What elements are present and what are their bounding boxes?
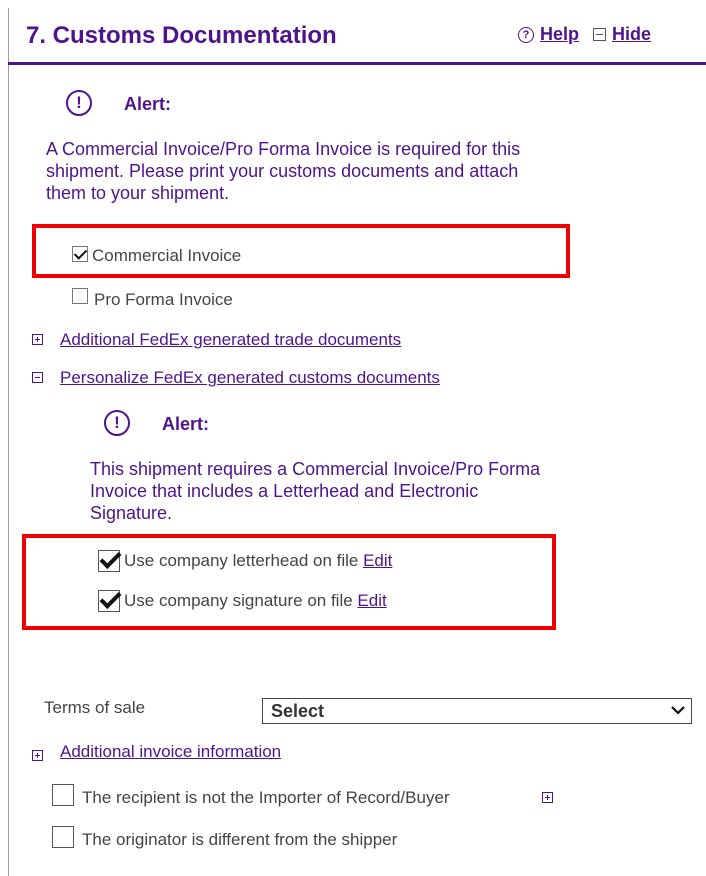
signature-label: Use company signature on file: [124, 591, 353, 610]
header-divider: [8, 62, 706, 65]
alert-icon: !: [104, 410, 130, 436]
chevron-down-icon: [671, 706, 685, 715]
originator-different-label: The originator is different from the shi…: [82, 830, 398, 849]
terms-of-sale-label: Terms of sale: [44, 698, 146, 717]
collapse-minus-icon[interactable]: [32, 372, 43, 383]
header-links: ? Help Hide: [518, 24, 651, 45]
letterhead-option: Use company letterhead on file Edit: [124, 551, 392, 571]
commercial-invoice-checkbox[interactable]: [72, 246, 88, 262]
pro-forma-invoice-label: Pro Forma Invoice: [94, 290, 233, 309]
alert-message: This shipment requires a Commercial Invo…: [90, 459, 541, 523]
letterhead-checkbox[interactable]: [98, 550, 120, 572]
help-icon[interactable]: ?: [518, 26, 534, 43]
originator-different-checkbox[interactable]: [52, 826, 74, 848]
section-title: 7. Customs Documentation: [26, 22, 337, 49]
signature-checkbox[interactable]: [98, 590, 120, 612]
additional-invoice-information-link[interactable]: Additional invoice information: [60, 742, 281, 762]
highlight-box-personalize: [22, 534, 556, 630]
alert-message: A Commercial Invoice/Pro Forma Invoice i…: [46, 139, 521, 203]
expand-plus-icon[interactable]: [542, 792, 553, 803]
alert-icon: !: [66, 90, 92, 116]
help-link[interactable]: Help: [540, 24, 579, 45]
terms-of-sale-select[interactable]: Select: [262, 698, 692, 724]
not-importer-option: The recipient is not the Importer of Rec…: [82, 788, 450, 808]
not-importer-checkbox[interactable]: [52, 784, 74, 806]
terms-of-sale-value: Select: [271, 701, 325, 721]
pro-forma-invoice-checkbox[interactable]: [72, 288, 88, 304]
commercial-invoice-label: Commercial Invoice: [92, 246, 242, 265]
signature-option: Use company signature on file Edit: [124, 591, 387, 611]
expand-plus-icon[interactable]: [32, 750, 43, 761]
personalize-documents-link[interactable]: Personalize FedEx generated customs docu…: [60, 368, 440, 388]
hide-link[interactable]: Hide: [612, 24, 651, 45]
signature-edit-link[interactable]: Edit: [357, 591, 386, 610]
collapse-icon[interactable]: [593, 28, 607, 41]
alert-title: Alert:: [124, 94, 172, 114]
not-importer-label: The recipient is not the Importer of Rec…: [82, 788, 450, 807]
alert-title: Alert:: [162, 414, 210, 434]
letterhead-label: Use company letterhead on file: [124, 551, 359, 570]
additional-trade-documents-link[interactable]: Additional FedEx generated trade documen…: [60, 330, 401, 350]
expand-plus-icon[interactable]: [32, 334, 43, 345]
letterhead-edit-link[interactable]: Edit: [363, 551, 392, 570]
